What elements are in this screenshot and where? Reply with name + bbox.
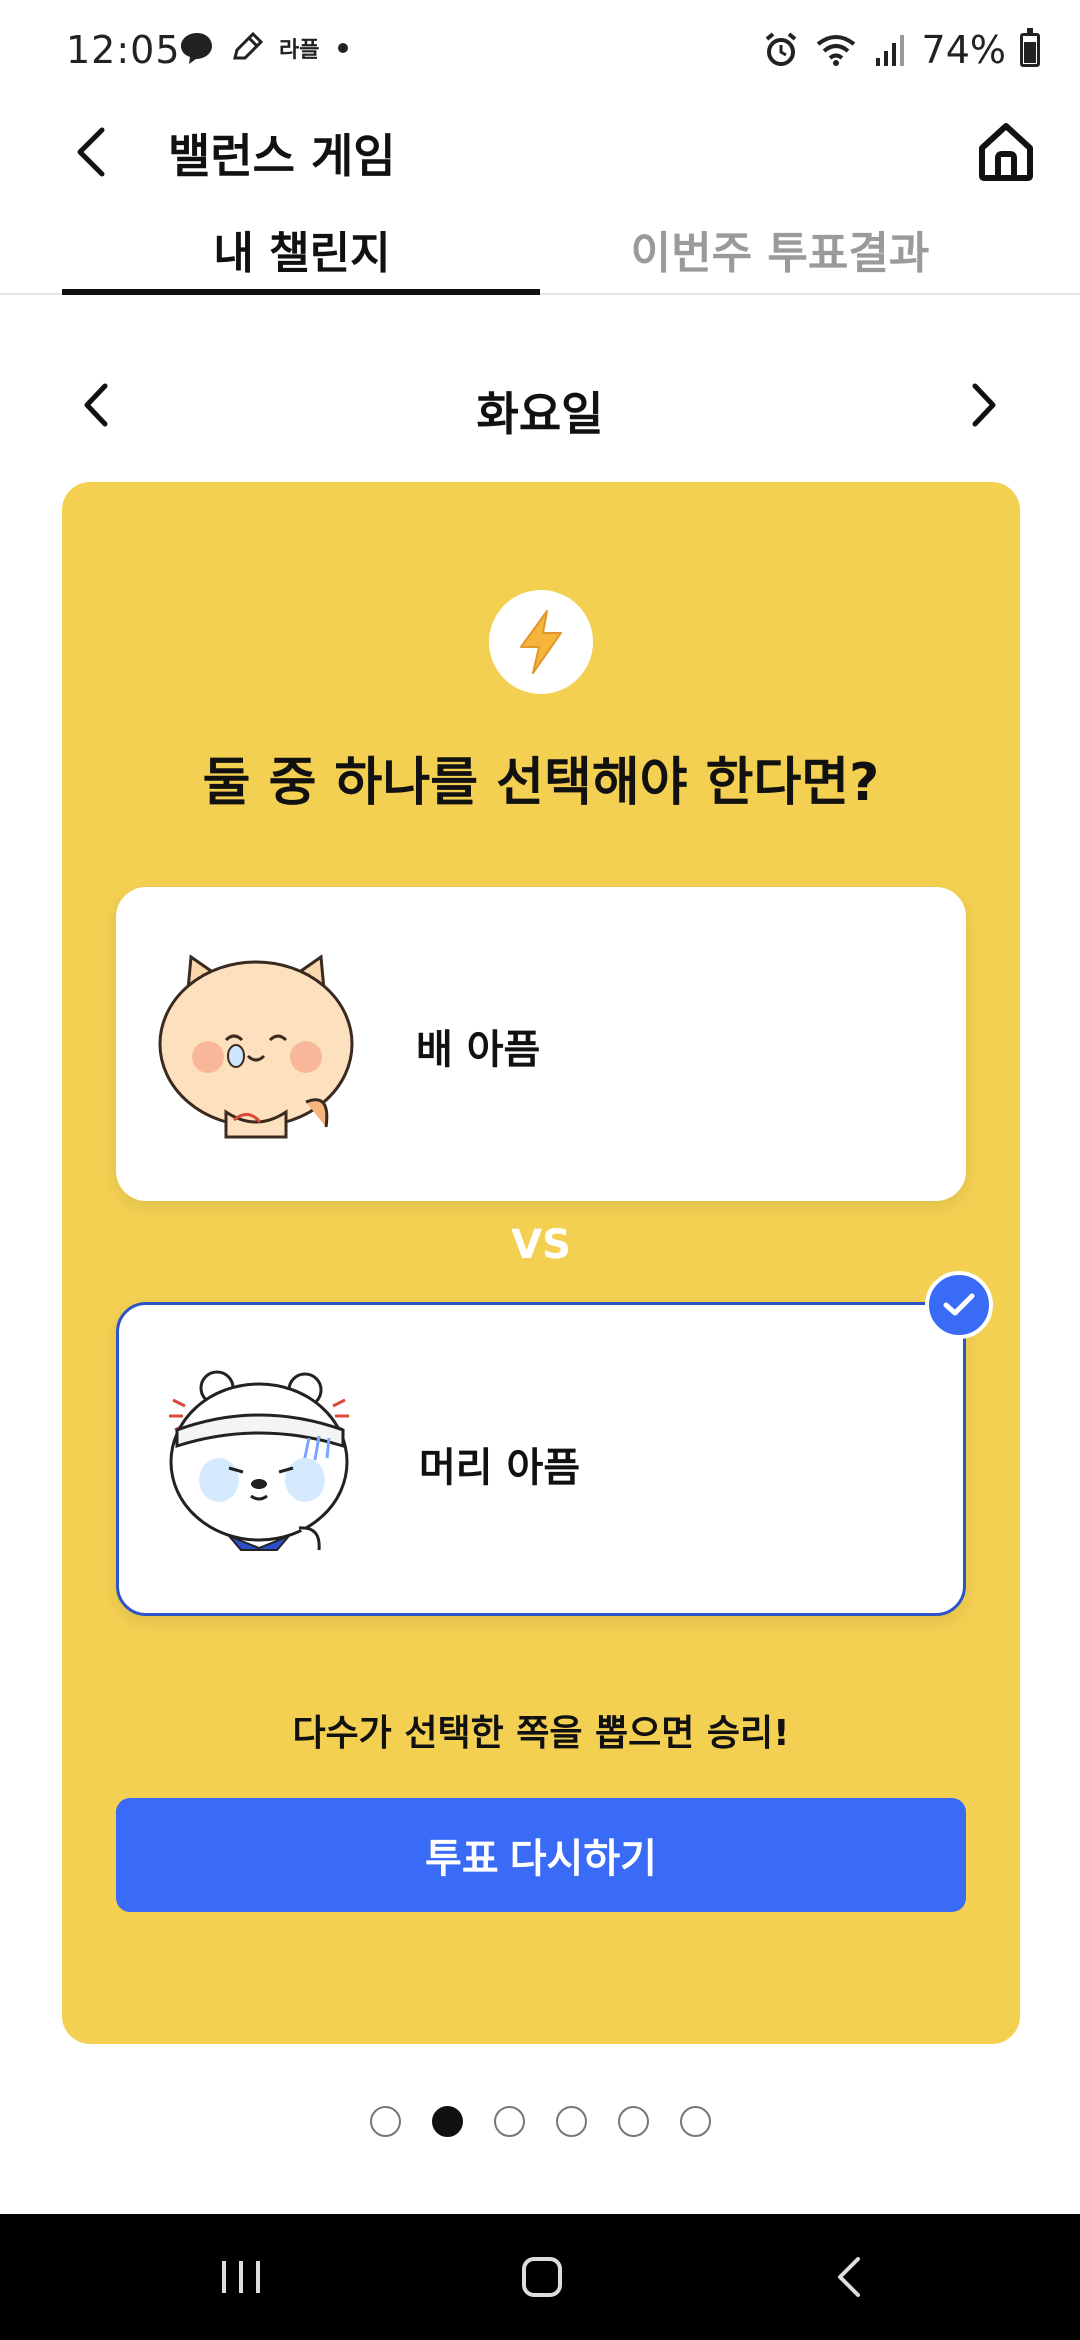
page-title: 밸런스 게임 [168, 129, 396, 183]
tab-my-challenge[interactable]: 내 챌린지 [62, 205, 542, 293]
selected-check-badge [925, 1271, 993, 1339]
chevron-left-icon [84, 383, 108, 427]
page-dot[interactable] [617, 2106, 649, 2137]
page-dot[interactable] [493, 2106, 525, 2137]
back-button[interactable] [62, 122, 122, 182]
tab-bar: 내 챌린지 이번주 투표결과 [0, 205, 1080, 295]
back-chevron-icon [838, 2257, 860, 2297]
home-button[interactable] [970, 116, 1042, 188]
balance-game-card: 둘 중 하나를 선택해야 한다면? 배 아픔 VS 머리 아픔 다수가 선택한 … [62, 482, 1020, 2044]
recents-button[interactable] [208, 2244, 274, 2310]
winning-hint: 다수가 선택한 쪽을 뽑으면 승리! [292, 1713, 790, 1754]
active-tab-indicator [62, 289, 540, 295]
notification-icons: 라플 [175, 30, 353, 66]
chevron-left-icon [77, 127, 105, 177]
lightning-badge [489, 590, 593, 694]
home-square-icon [522, 2257, 562, 2297]
revote-button[interactable]: 투표 다시하기 [116, 1798, 966, 1912]
tab-weekly-results[interactable]: 이번주 투표결과 [540, 205, 1020, 293]
pencil-icon [233, 31, 264, 60]
page-dot[interactable] [555, 2106, 587, 2137]
page-dot[interactable] [369, 2106, 401, 2137]
signal-icon [875, 35, 904, 66]
page-dot[interactable] [431, 2106, 463, 2137]
page-dot[interactable] [679, 2106, 711, 2137]
option-label: 배 아픔 [416, 1027, 541, 1073]
option-label: 머리 아픔 [419, 1445, 581, 1491]
day-label: 화요일 [476, 387, 604, 441]
app-header: 밸런스 게임 [0, 100, 1080, 200]
next-day-button[interactable] [954, 375, 1014, 435]
app-badge-icon: 라플 [279, 38, 320, 63]
status-right: 74% [762, 28, 1040, 72]
chat-bubble-icon [181, 33, 212, 64]
previous-day-button[interactable] [66, 375, 126, 435]
system-navigation-bar [0, 2214, 1080, 2340]
page-indicator [0, 2106, 1080, 2137]
chevron-right-icon [972, 383, 996, 427]
status-time: 12:05 [66, 28, 181, 72]
option-card-headache[interactable]: 머리 아픔 [116, 1271, 993, 1616]
status-bar: 12:05 라플 74% [0, 0, 1080, 100]
question-text: 둘 중 하나를 선택해야 한다면? [202, 753, 880, 813]
wifi-icon [816, 35, 855, 66]
system-home-button[interactable] [509, 2244, 575, 2310]
home-icon [979, 123, 1033, 181]
crying-cat-illustration [158, 954, 354, 1139]
vs-label: VS [511, 1222, 571, 1268]
option-card-stomachache[interactable]: 배 아픔 [116, 887, 966, 1201]
balance-game-screen: 12:05 라플 74% 밸런스 게임 내 챌린지 이번주 투표결과 화요일 둘… [0, 0, 1080, 2340]
battery-icon [1020, 28, 1040, 67]
day-selector: 화요일 [0, 360, 1080, 450]
headache-bear-illustration [169, 1370, 349, 1551]
lightning-icon [520, 610, 562, 674]
alarm-icon [765, 32, 796, 66]
system-back-button[interactable] [815, 2244, 881, 2310]
check-icon [943, 1293, 975, 1316]
battery-percent: 74% [921, 28, 1006, 72]
dot-icon [338, 43, 349, 53]
recents-icon [222, 2261, 260, 2293]
